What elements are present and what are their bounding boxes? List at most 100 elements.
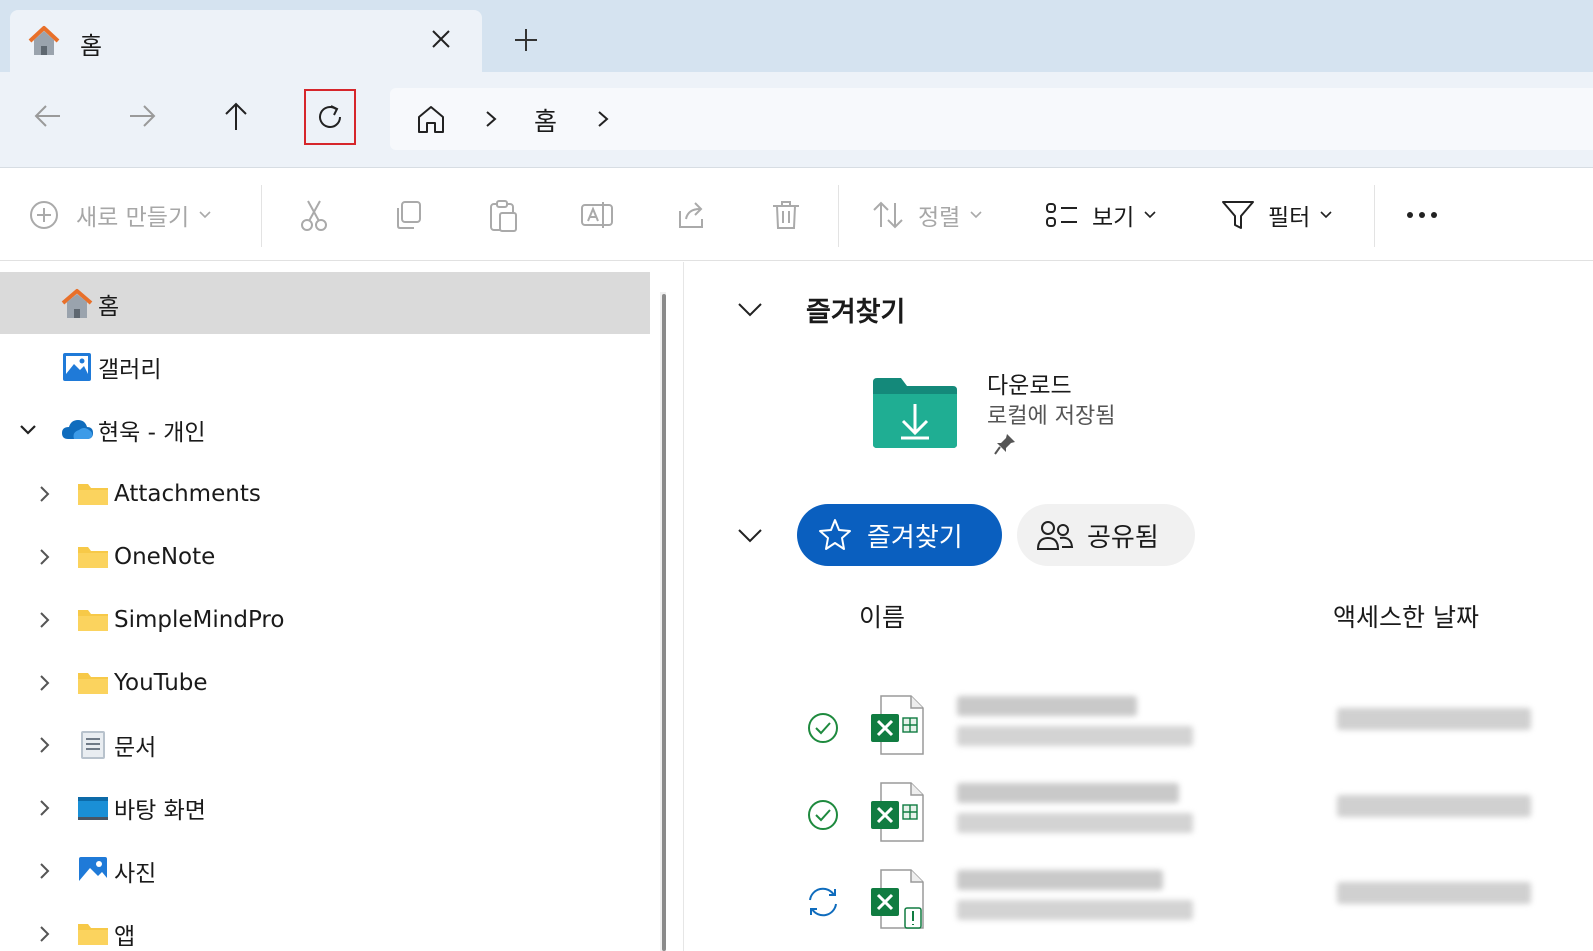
arrow-up-icon[interactable] bbox=[218, 98, 254, 134]
trash-icon bbox=[773, 201, 799, 229]
chevron-right-icon[interactable] bbox=[34, 484, 54, 504]
sort-icon bbox=[873, 201, 903, 229]
filter-icon bbox=[1222, 201, 1254, 229]
column-header-name[interactable]: 이름 bbox=[859, 598, 905, 634]
separator bbox=[1374, 185, 1375, 247]
sidebar-item-desktop[interactable]: 바탕 화면 bbox=[76, 788, 206, 828]
sidebar-scrollbar-thumb[interactable] bbox=[662, 294, 666, 951]
home-outline-icon[interactable] bbox=[414, 102, 448, 136]
tab-favorites-label: 즐겨찾기 bbox=[867, 522, 963, 553]
chevron-right-icon[interactable] bbox=[34, 861, 54, 881]
chevron-right-icon[interactable] bbox=[34, 798, 54, 818]
synced-check-icon bbox=[808, 713, 838, 743]
blurred-file-name bbox=[957, 783, 1179, 803]
tab-shared-label: 공유됨 bbox=[1087, 522, 1159, 553]
arrow-left-icon[interactable] bbox=[30, 98, 66, 134]
tab-shared[interactable]: 공유됨 bbox=[1017, 504, 1195, 566]
share-button[interactable] bbox=[674, 197, 710, 233]
chevron-right-icon[interactable] bbox=[34, 924, 54, 944]
chevron-down-icon[interactable] bbox=[18, 420, 38, 440]
sidebar-item-gallery[interactable]: 갤러리 bbox=[60, 347, 161, 387]
chevron-right-icon[interactable] bbox=[592, 108, 614, 130]
quick-access-item-status: 로컬에 저장됨 bbox=[987, 404, 1116, 429]
arrow-right-icon[interactable] bbox=[124, 98, 160, 134]
sidebar-item-label: 현욱 - 개인 bbox=[98, 420, 206, 446]
close-icon[interactable] bbox=[426, 24, 456, 54]
sidebar-item-onenote[interactable]: OneNote bbox=[76, 537, 215, 577]
downloads-folder-icon bbox=[873, 378, 957, 448]
sidebar-item-attachments[interactable]: Attachments bbox=[76, 474, 261, 514]
navigation-bar: 홈 bbox=[0, 72, 1593, 168]
navigation-pane: 홈 갤러리 현욱 - 개인 Attachments OneNote Simple… bbox=[0, 262, 684, 951]
table-row[interactable] bbox=[685, 862, 1593, 942]
view-button[interactable]: 보기 bbox=[1044, 197, 1156, 233]
chevron-right-icon[interactable] bbox=[34, 673, 54, 693]
refresh-button[interactable] bbox=[304, 89, 356, 145]
chevron-right-icon[interactable] bbox=[34, 610, 54, 630]
quick-access-title: 즐겨찾기 bbox=[806, 297, 906, 328]
delete-button[interactable] bbox=[768, 197, 804, 233]
sidebar-item-label: YouTube bbox=[114, 670, 208, 696]
chevron-right-icon[interactable] bbox=[34, 735, 54, 755]
sidebar-item-label: Attachments bbox=[114, 481, 261, 507]
syncing-icon bbox=[809, 887, 837, 917]
view-label: 보기 bbox=[1092, 205, 1135, 231]
filter-button[interactable]: 필터 bbox=[1220, 197, 1332, 233]
new-button[interactable]: 새로 만들기 bbox=[28, 197, 211, 233]
sort-button[interactable]: 정렬 bbox=[870, 197, 982, 233]
excel-icon bbox=[871, 869, 924, 929]
sidebar-item-simplemindpro[interactable]: SimpleMindPro bbox=[76, 600, 284, 640]
tab-home[interactable]: 홈 bbox=[10, 10, 482, 72]
sidebar-item-label: 갤러리 bbox=[98, 357, 162, 383]
separator bbox=[261, 185, 262, 247]
excel-icon bbox=[871, 782, 924, 842]
paste-icon bbox=[490, 200, 517, 232]
table-row[interactable] bbox=[685, 688, 1593, 768]
more-button[interactable] bbox=[1404, 197, 1440, 233]
quick-access-item-name: 다운로드 bbox=[987, 373, 1072, 399]
chevron-down-icon bbox=[1144, 211, 1156, 219]
sidebar-item-home[interactable]: 홈 bbox=[60, 284, 119, 324]
blurred-access-date bbox=[1337, 708, 1531, 730]
address-bar[interactable]: 홈 bbox=[390, 88, 1593, 150]
new-label: 새로 만들기 bbox=[76, 205, 190, 231]
chevron-right-icon[interactable] bbox=[480, 108, 502, 130]
sidebar-item-label: OneNote bbox=[114, 544, 216, 570]
sidebar-item-label: SimpleMindPro bbox=[114, 607, 285, 633]
chevron-down-icon[interactable] bbox=[735, 520, 765, 550]
sidebar-item-label: 홈 bbox=[98, 294, 120, 320]
new-tab-icon[interactable] bbox=[510, 24, 542, 56]
sidebar-item-pictures[interactable]: 사진 bbox=[76, 851, 156, 891]
column-header-date[interactable]: 액세스한 날짜 bbox=[1333, 598, 1479, 634]
rename-button[interactable] bbox=[579, 197, 615, 233]
view-list-icon bbox=[1046, 203, 1077, 227]
sidebar-item-apps[interactable]: 앱 bbox=[76, 914, 135, 951]
blurred-access-date bbox=[1337, 882, 1531, 904]
copy-button[interactable] bbox=[390, 197, 426, 233]
copy-icon bbox=[397, 201, 421, 229]
breadcrumb-home[interactable]: 홈 bbox=[534, 102, 557, 138]
add-circle-icon bbox=[30, 201, 58, 229]
separator bbox=[838, 185, 839, 247]
table-row[interactable] bbox=[685, 775, 1593, 855]
sort-label: 정렬 bbox=[918, 205, 961, 231]
blurred-file-name bbox=[957, 696, 1137, 716]
sidebar-item-label: 앱 bbox=[114, 924, 136, 950]
sidebar-item-onedrive[interactable]: 현욱 - 개인 bbox=[60, 410, 206, 450]
folder-icon bbox=[78, 484, 108, 505]
chevron-down-icon[interactable] bbox=[735, 294, 765, 324]
chevron-right-icon[interactable] bbox=[34, 547, 54, 567]
quick-access-item-downloads[interactable]: 다운로드 로컬에 저장됨 bbox=[871, 366, 1291, 466]
sidebar-item-label: 바탕 화면 bbox=[114, 798, 206, 824]
tab-favorites[interactable]: 즐겨찾기 bbox=[797, 504, 1002, 566]
sidebar-item-youtube[interactable]: YouTube bbox=[76, 663, 208, 703]
share-icon bbox=[679, 202, 703, 228]
chevron-down-icon bbox=[199, 211, 211, 219]
chevron-down-icon bbox=[970, 211, 982, 219]
paste-button[interactable] bbox=[484, 197, 520, 233]
star-icon bbox=[819, 519, 851, 550]
cut-button[interactable] bbox=[296, 197, 332, 233]
filter-label: 필터 bbox=[1268, 205, 1311, 231]
more-icon bbox=[1407, 212, 1437, 218]
sidebar-item-documents[interactable]: 문서 bbox=[76, 725, 156, 765]
